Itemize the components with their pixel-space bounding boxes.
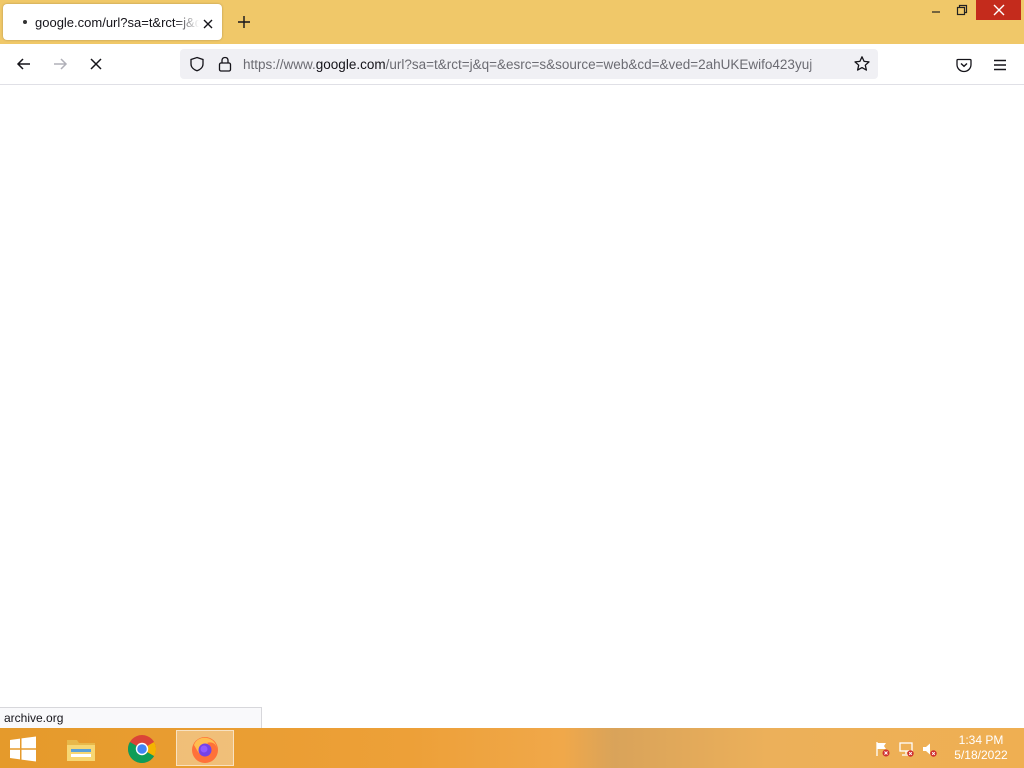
restore-icon[interactable]	[955, 3, 969, 17]
close-icon	[993, 4, 1005, 16]
url-path: /url?sa=t&rct=j&q=&esrc=s&source=web&cd=…	[385, 57, 813, 72]
chrome-icon	[127, 735, 156, 764]
clock-date: 5/18/2022	[954, 748, 1008, 762]
bookmark-star-icon[interactable]	[853, 55, 871, 73]
page-content	[0, 85, 1024, 728]
hamburger-menu-icon[interactable]	[991, 56, 1009, 74]
tab-active[interactable]: google.com/url?sa=t&rct=j&q=&esrc=s&sour…	[3, 4, 222, 40]
navigation-toolbar: https://www.google.com/url?sa=t&rct=j&q=…	[0, 44, 1024, 85]
system-clock[interactable]: 1:34 PM 5/18/2022	[946, 733, 1016, 765]
taskbar-firefox[interactable]	[176, 730, 234, 766]
tab-close-icon[interactable]	[202, 17, 214, 29]
volume-muted-icon[interactable]	[921, 741, 937, 757]
windows-start-icon[interactable]	[8, 736, 38, 762]
folder-icon	[67, 740, 95, 761]
lock-icon[interactable]	[218, 56, 232, 72]
url-bar[interactable]: https://www.google.com/url?sa=t&rct=j&q=…	[180, 49, 878, 79]
clock-time: 1:34 PM	[958, 733, 1004, 747]
back-icon[interactable]	[15, 55, 33, 73]
taskbar-file-explorer[interactable]	[52, 730, 108, 766]
tracking-protection-shield-icon[interactable]	[189, 56, 205, 72]
new-tab-icon[interactable]	[236, 14, 252, 30]
action-center-flag-icon[interactable]	[874, 741, 890, 757]
url-prefix: https://www.	[243, 57, 316, 72]
pocket-icon[interactable]	[955, 56, 973, 74]
window-close-button[interactable]	[976, 0, 1021, 20]
minimize-icon[interactable]	[929, 4, 943, 18]
tab-strip: google.com/url?sa=t&rct=j&q=&esrc=s&sour…	[0, 0, 1024, 44]
loading-dot-icon	[23, 20, 27, 24]
taskbar: 1:34 PM 5/18/2022	[0, 728, 1024, 768]
taskbar-chrome[interactable]	[114, 730, 170, 766]
stop-loading-icon[interactable]	[87, 55, 105, 73]
network-icon[interactable]	[898, 741, 914, 757]
status-panel: archive.org	[0, 707, 262, 728]
forward-icon[interactable]	[51, 55, 69, 73]
url-text[interactable]: https://www.google.com/url?sa=t&rct=j&q=…	[243, 56, 843, 74]
url-host: google.com	[315, 57, 386, 72]
screen: google.com/url?sa=t&rct=j&q=&esrc=s&sour…	[0, 0, 1024, 768]
tab-title: google.com/url?sa=t&rct=j&q=&esrc=s&sour…	[35, 15, 199, 30]
firefox-icon	[192, 737, 218, 763]
